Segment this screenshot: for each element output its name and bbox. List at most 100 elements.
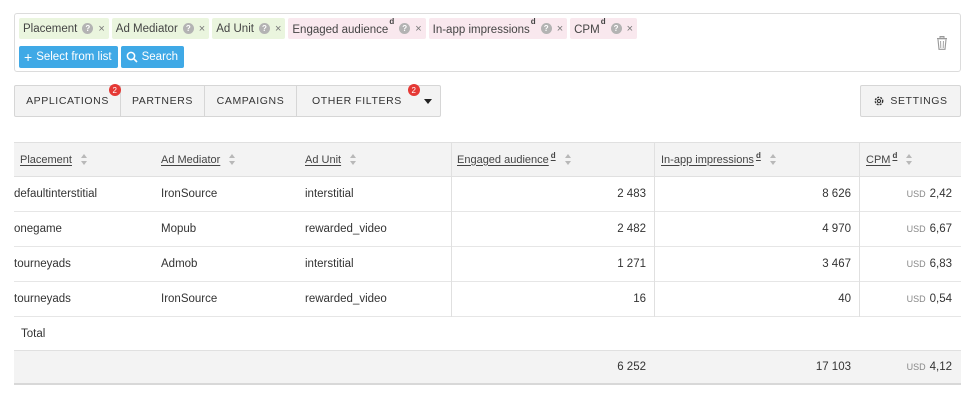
- filter-chip-cpm[interactable]: CPMd ? ×: [570, 17, 638, 39]
- column-header-engaged-audience[interactable]: Engaged audience d: [457, 143, 572, 176]
- total-impressions: 17 103: [815, 361, 851, 373]
- total-engaged: 6 252: [617, 361, 646, 373]
- filter-chip-ad-mediator[interactable]: Ad Mediator ? ×: [111, 18, 210, 39]
- cell-impressions: 4 970: [822, 223, 851, 235]
- remove-icon[interactable]: ×: [98, 23, 104, 35]
- currency-label: USD: [906, 259, 926, 269]
- column-header-placement[interactable]: Placement: [20, 143, 88, 176]
- column-divider: [859, 142, 860, 317]
- search-icon: [126, 51, 138, 63]
- chip-label-text: CPM: [574, 23, 600, 36]
- column-label: Engaged audience: [457, 153, 549, 166]
- tab-other-filters[interactable]: OTHER FILTERS 2: [297, 84, 440, 116]
- filter-chip-placement[interactable]: Placement ? ×: [19, 18, 109, 39]
- table-row[interactable]: onegame Mopub rewarded_video 2 482 4 970…: [14, 212, 961, 247]
- table-row[interactable]: defaultinterstitial IronSource interstit…: [14, 177, 961, 212]
- chip-label-text: Engaged audience: [292, 23, 389, 36]
- column-sup: d: [892, 151, 898, 160]
- chip-label: Ad Unit: [216, 22, 254, 35]
- cpm-value: 4,12: [929, 361, 952, 373]
- cell-engaged: 2 482: [617, 223, 646, 235]
- tab-label: CAMPAIGNS: [216, 95, 285, 107]
- chip-label-text: In-app impressions: [432, 23, 530, 36]
- gear-icon: [874, 96, 884, 106]
- cell-mediator: IronSource: [161, 188, 218, 200]
- help-icon[interactable]: ?: [258, 23, 270, 34]
- column-divider: [654, 142, 655, 317]
- filter-chip-ad-unit[interactable]: Ad Unit ? ×: [212, 18, 286, 39]
- filter-chips: Placement ? × Ad Mediator ? × Ad Unit ? …: [19, 17, 638, 39]
- column-header-ad-unit[interactable]: Ad Unit: [305, 143, 357, 176]
- cell-impressions: 3 467: [822, 258, 851, 270]
- total-label-row: Total: [14, 317, 961, 351]
- chip-sup: d: [530, 17, 536, 27]
- remove-icon[interactable]: ×: [627, 23, 633, 35]
- cell-cpm: USD 6,83: [907, 247, 952, 281]
- currency-label: USD: [906, 294, 926, 304]
- column-label: Ad Unit: [305, 153, 342, 166]
- filter-chip-in-app-impressions[interactable]: In-app impressionsd ? ×: [428, 17, 568, 39]
- remove-icon[interactable]: ×: [199, 23, 205, 35]
- help-icon[interactable]: ?: [399, 23, 411, 34]
- column-sup: d: [550, 151, 556, 160]
- tab-label: APPLICATIONS: [26, 95, 109, 107]
- sort-icon: [80, 154, 88, 165]
- cell-placement: tourneyads: [14, 293, 71, 305]
- column-header-cpm[interactable]: CPM d: [866, 143, 913, 176]
- remove-icon[interactable]: ×: [557, 23, 563, 35]
- cpm-value: 6,67: [929, 223, 952, 235]
- filter-panel: Placement ? × Ad Mediator ? × Ad Unit ? …: [14, 13, 961, 72]
- totals-row: 6 252 17 103 USD 4,12: [14, 351, 961, 385]
- tab-campaigns[interactable]: CAMPAIGNS: [205, 86, 297, 116]
- select-from-list-button[interactable]: + Select from list: [19, 46, 118, 68]
- column-sup: d: [755, 151, 761, 160]
- help-icon[interactable]: ?: [182, 23, 194, 34]
- column-label: Ad Mediator: [161, 153, 221, 166]
- tab-badge: 2: [408, 84, 420, 96]
- dimension-tabs: APPLICATIONS 2 PARTNERS CAMPAIGNS OTHER …: [14, 84, 441, 117]
- select-from-list-label: Select from list: [36, 51, 112, 63]
- chip-sup: d: [389, 17, 395, 27]
- currency-label: USD: [906, 224, 926, 234]
- cell-engaged: 1 271: [617, 258, 646, 270]
- column-header-ad-mediator[interactable]: Ad Mediator: [161, 143, 236, 176]
- trash-icon[interactable]: [936, 36, 948, 50]
- sort-icon: [906, 154, 913, 165]
- settings-button[interactable]: SETTINGS: [860, 85, 961, 117]
- cpm-value: 6,83: [929, 258, 952, 270]
- cpm-value: 2,42: [929, 188, 952, 200]
- plus-icon: +: [24, 49, 33, 65]
- help-icon[interactable]: ?: [82, 23, 94, 34]
- table-row[interactable]: tourneyads IronSource rewarded_video 16 …: [14, 282, 961, 317]
- table-row[interactable]: tourneyads Admob interstitial 1 271 3 46…: [14, 247, 961, 282]
- cell-cpm: USD 6,67: [907, 212, 952, 246]
- filter-actions: + Select from list Search: [19, 46, 185, 68]
- tab-applications[interactable]: APPLICATIONS 2: [15, 84, 121, 116]
- chip-label: Ad Mediator: [115, 22, 178, 35]
- column-header-in-app-impressions[interactable]: In-app impressions d: [661, 143, 777, 176]
- help-icon[interactable]: ?: [540, 23, 552, 34]
- cell-unit: interstitial: [305, 258, 354, 270]
- cell-engaged: 2 483: [617, 188, 646, 200]
- tab-partners[interactable]: PARTNERS: [121, 86, 205, 116]
- cell-unit: rewarded_video: [305, 293, 387, 305]
- remove-icon[interactable]: ×: [415, 23, 421, 35]
- total-cpm: USD 4,12: [907, 351, 952, 383]
- sort-icon: [769, 154, 777, 165]
- cell-placement: onegame: [14, 223, 62, 235]
- search-button[interactable]: Search: [120, 46, 185, 68]
- currency-label: USD: [906, 362, 926, 372]
- total-label: Total: [21, 327, 46, 340]
- sort-icon: [350, 154, 357, 165]
- chip-label: Placement: [23, 22, 78, 35]
- cell-engaged: 16: [633, 293, 646, 305]
- filter-chip-engaged-audience[interactable]: Engaged audienced ? ×: [288, 17, 426, 39]
- cell-mediator: IronSource: [161, 293, 218, 305]
- help-icon[interactable]: ?: [610, 23, 622, 34]
- tab-label: PARTNERS: [131, 95, 193, 107]
- remove-icon[interactable]: ×: [275, 23, 281, 35]
- chip-label: CPMd: [574, 17, 605, 36]
- sort-icon: [229, 154, 236, 165]
- cell-unit: interstitial: [305, 188, 354, 200]
- chip-label: In-app impressionsd: [432, 17, 536, 36]
